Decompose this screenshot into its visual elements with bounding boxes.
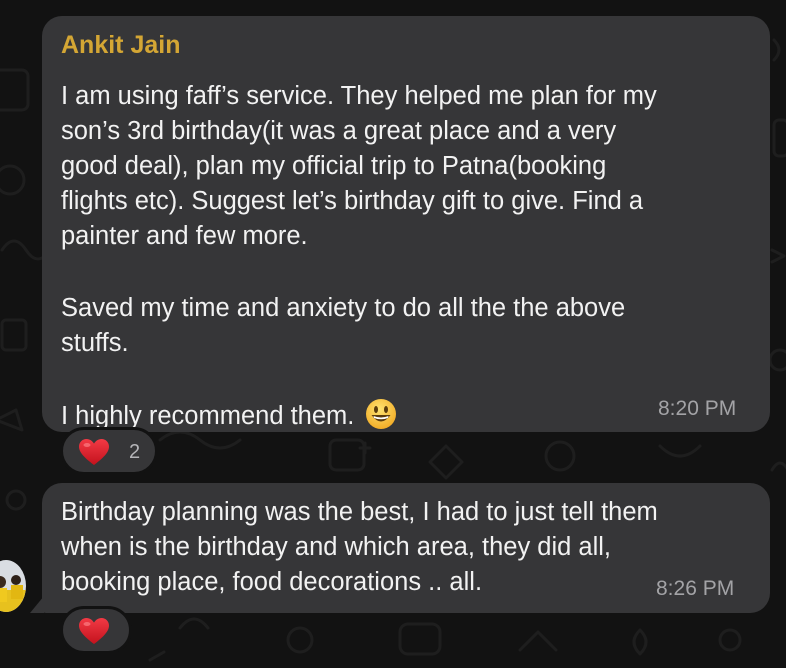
message-text-line: booking place, food decorations .. all. [61, 568, 483, 596]
red-heart-icon [79, 618, 109, 644]
message-text-line: painter and few more. [61, 222, 308, 250]
reaction-pill[interactable] [60, 606, 132, 654]
sender-name[interactable]: Ankit Jain [61, 30, 180, 60]
message-bubble[interactable]: Birthday planning was the best, I had to… [42, 483, 770, 613]
red-heart-icon [79, 439, 109, 465]
message-text-line: flights etc). Suggest let’s birthday gif… [61, 187, 644, 215]
reaction-count: 2 [129, 441, 141, 463]
message-text-line: stuffs. [61, 329, 129, 357]
message-text: I highly recommend them. [61, 402, 355, 430]
message-text-line: son’s 3rd birthday(it was a great place … [61, 117, 617, 145]
grinning-face-emoji-icon [366, 399, 397, 429]
message-text-line: good deal), plan my official trip to Pat… [61, 152, 607, 180]
message-bubble[interactable]: Ankit Jain I am using faff’s service. Th… [42, 16, 770, 432]
message-timestamp: 8:20 PM [658, 397, 737, 420]
message-timestamp: 8:26 PM [656, 577, 735, 600]
message-text-line: I am using faff’s service. They helped m… [61, 82, 657, 110]
message-text-line: Saved my time and anxiety to do all the … [61, 294, 626, 322]
message-text-line: when is the birthday and which area, the… [61, 533, 611, 561]
message-text-line: Birthday planning was the best, I had to… [61, 498, 658, 526]
reaction-pill[interactable]: 2 [60, 427, 158, 475]
